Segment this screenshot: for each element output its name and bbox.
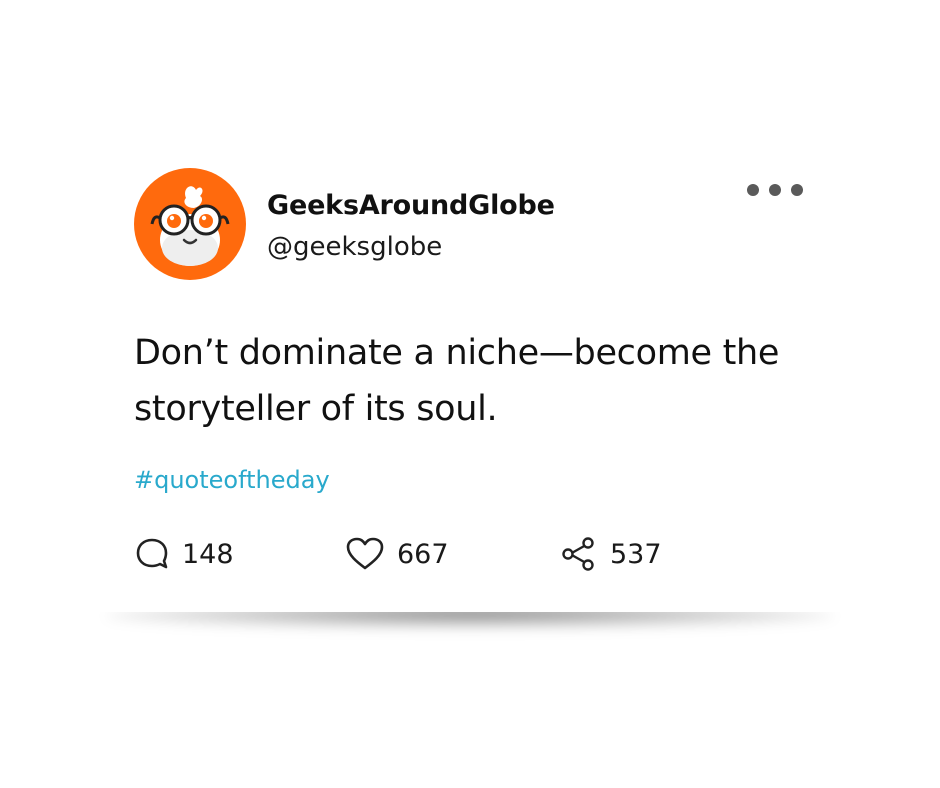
author-handle[interactable]: @geeksglobe bbox=[267, 232, 442, 262]
share-count: 537 bbox=[610, 538, 662, 570]
heart-icon bbox=[346, 537, 384, 570]
share-button[interactable]: 537 bbox=[560, 532, 662, 576]
more-horizontal-icon bbox=[747, 184, 803, 196]
mascot-avatar-icon[interactable] bbox=[134, 168, 246, 280]
like-button[interactable]: 667 bbox=[345, 532, 449, 576]
share-icon bbox=[562, 537, 594, 571]
reply-count: 148 bbox=[182, 538, 234, 570]
more-options-button[interactable] bbox=[742, 178, 808, 202]
comment-icon bbox=[136, 538, 168, 569]
post-text: Don’t dominate a niche—become the storyt… bbox=[134, 333, 780, 429]
author-display-name[interactable]: GeeksAroundGlobe bbox=[267, 190, 555, 221]
like-count: 667 bbox=[397, 538, 449, 570]
hashtag-link[interactable]: #quoteoftheday bbox=[134, 466, 330, 494]
reply-button[interactable]: 148 bbox=[134, 532, 234, 576]
